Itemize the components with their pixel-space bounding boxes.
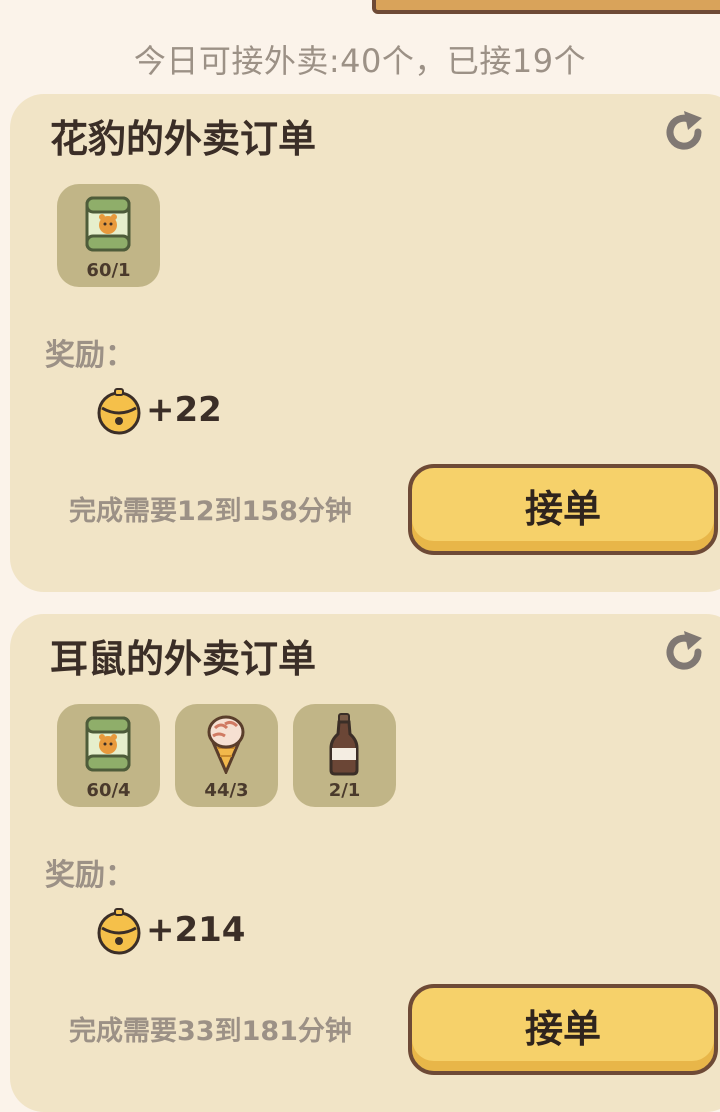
order-card: 花豹的外卖订单 60/1 奖励： +22 完成需要12到158分钟 接单 (10, 94, 720, 592)
order-title: 耳鼠的外卖订单 (50, 637, 317, 681)
reward-value: +22 (146, 390, 222, 430)
top-panel-edge (372, 0, 720, 14)
item-count: 2/1 (328, 780, 361, 801)
order-items: 60/1 (57, 184, 160, 287)
reward-value: +214 (146, 910, 246, 950)
refresh-icon[interactable] (660, 108, 708, 156)
completion-time: 完成需要12到158分钟 (69, 496, 352, 527)
item-count: 60/1 (86, 260, 131, 281)
bell-icon (97, 908, 141, 955)
completion-time: 完成需要33到181分钟 (69, 1016, 352, 1047)
order-item: 60/1 (57, 184, 160, 287)
ice-cream-cone-icon (207, 715, 245, 774)
canned-food-icon (85, 716, 131, 772)
item-count: 60/4 (86, 780, 131, 801)
item-count: 44/3 (204, 780, 249, 801)
order-items: 60/4 44/3 2/1 (57, 704, 396, 807)
daily-delivery-status: 今日可接外卖:40个，已接19个 (133, 42, 587, 80)
refresh-icon[interactable] (660, 628, 708, 676)
order-item: 2/1 (293, 704, 396, 807)
bottle-icon (329, 713, 359, 776)
order-item: 60/4 (57, 704, 160, 807)
accept-order-button[interactable]: 接单 (408, 984, 718, 1075)
accept-order-button[interactable]: 接单 (408, 464, 718, 555)
reward-label: 奖励： (45, 858, 135, 893)
canned-food-icon (85, 196, 131, 252)
order-title: 花豹的外卖订单 (50, 117, 317, 161)
order-card: 耳鼠的外卖订单 60/4 44/3 2/1 奖励： +214 完成需要33到18… (10, 614, 720, 1112)
bell-icon (97, 388, 141, 435)
order-item: 44/3 (175, 704, 278, 807)
reward-label: 奖励： (45, 338, 135, 373)
